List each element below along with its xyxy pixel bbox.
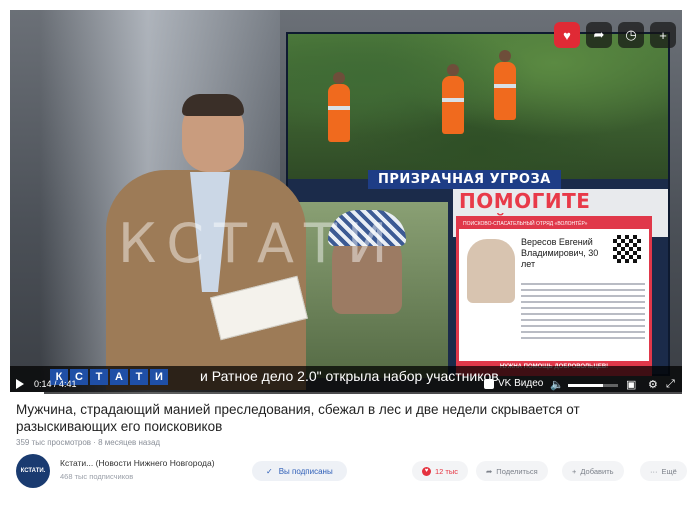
volume-level: [568, 384, 603, 387]
forest-photo: [288, 34, 668, 179]
video-title: Мужчина, страдающий манией преследования…: [16, 402, 580, 434]
missing-poster: ПОИСКОВО-СПАСАТЕЛЬНЫЙ ОТРЯД «ВОЛОНТЁР» В…: [456, 216, 652, 376]
rescuer-figure: [494, 50, 516, 120]
channel-name[interactable]: Кстати... (Новости Нижнего Новгорода): [60, 458, 215, 468]
qr-code-icon: [611, 233, 643, 265]
avatar[interactable]: КСТАТИ.: [16, 454, 50, 488]
progress-played: [10, 392, 44, 394]
play-icon[interactable]: [16, 379, 24, 389]
player-controls: 0:14 / 4:41 VK Видео 🔈 ▣ ⚙ ⤢: [10, 376, 682, 394]
add-button[interactable]: + Добавить: [562, 461, 624, 481]
story-title-bar: ПРИЗРАЧНАЯ УГРОЗА: [368, 170, 561, 189]
heart-icon: ♥: [422, 466, 431, 476]
settings-icon[interactable]: ⚙: [648, 378, 658, 391]
studio-screen: ПРИЗРАЧНАЯ УГРОЗА ПОМОГИТЕ НАЙТИ ПОИСКОВ…: [286, 32, 670, 378]
share-icon[interactable]: ➦: [586, 22, 612, 48]
subscribed-label: Вы подписаны: [278, 466, 333, 476]
channel-watermark: КСТАТИ: [118, 212, 398, 275]
vk-logo-icon: [484, 378, 494, 389]
clock-icon[interactable]: ◷: [618, 22, 644, 48]
share-icon: ➦: [486, 466, 493, 476]
share-label: Поделиться: [496, 466, 538, 476]
like-button[interactable]: ♥ 12 тыс: [412, 461, 469, 481]
share-button[interactable]: ➦ Поделиться: [476, 461, 548, 481]
rescuer-figure: [442, 64, 464, 134]
video-meta: 359 тыс просмотров · 8 месяцев назад: [16, 438, 161, 447]
subtitles-icon[interactable]: ▣: [626, 378, 636, 391]
heart-icon[interactable]: ♥: [554, 22, 580, 48]
poster-face-photo: [467, 239, 515, 303]
vk-video-logo: VK Видео: [484, 378, 543, 389]
more-label: Ещё: [661, 466, 677, 476]
progress-bar[interactable]: [10, 392, 682, 394]
channel-row: КСТАТИ. Кстати... (Новости Нижнего Новго…: [16, 454, 687, 488]
player-top-actions: ♥ ➦ ◷ +: [554, 22, 676, 48]
subscriber-count: 468 тыс подписчиков: [60, 472, 134, 481]
checkmark-icon: ✓: [266, 466, 273, 476]
rescuer-figure: [328, 72, 350, 142]
volume-slider[interactable]: [568, 384, 618, 387]
poster-details: [521, 283, 645, 341]
vk-video-label: VK Видео: [498, 378, 544, 389]
like-count: 12 тыс: [435, 466, 459, 476]
fullscreen-icon[interactable]: ⤢: [666, 378, 675, 391]
poster-header: ПОИСКОВО-СПАСАТЕЛЬНЫЙ ОТРЯД «ВОЛОНТЁР»: [459, 219, 649, 229]
video-player[interactable]: ПРИЗРАЧНАЯ УГРОЗА ПОМОГИТЕ НАЙТИ ПОИСКОВ…: [10, 10, 682, 394]
more-button[interactable]: ··· Ещё: [640, 461, 687, 481]
add-label: Добавить: [580, 466, 614, 476]
anchor-hair: [182, 94, 244, 116]
poster-name: Вересов Евгений Владимирович, 30 лет: [521, 237, 599, 269]
plus-icon[interactable]: +: [650, 22, 676, 48]
playback-time: 0:14 / 4:41: [34, 379, 77, 389]
video-page: ПРИЗРАЧНАЯ УГРОЗА ПОМОГИТЕ НАЙТИ ПОИСКОВ…: [0, 0, 692, 505]
more-icon: ···: [650, 466, 658, 476]
subscribed-button[interactable]: ✓ Вы подписаны: [252, 461, 347, 481]
volume-icon[interactable]: 🔈: [550, 378, 564, 391]
plus-icon: +: [572, 466, 577, 476]
